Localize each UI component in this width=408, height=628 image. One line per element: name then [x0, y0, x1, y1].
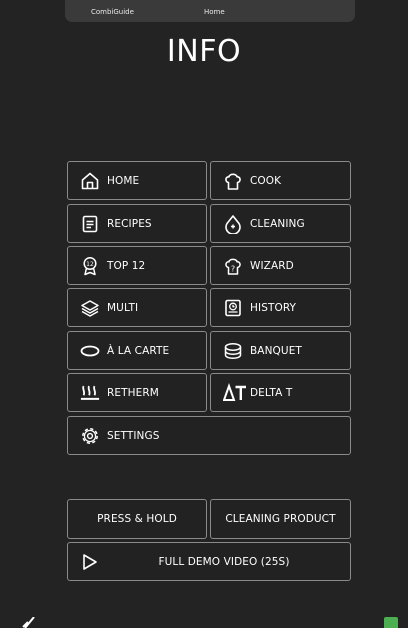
home-label: HOME — [107, 174, 140, 187]
history-icon — [223, 298, 243, 318]
delta-icon — [223, 382, 247, 403]
retherm-button[interactable]: RETHERM — [67, 373, 207, 412]
plate-icon — [80, 341, 100, 361]
banquet-button[interactable]: BANQUET — [210, 331, 351, 370]
chef-hat-question-icon: ? — [223, 256, 243, 276]
cook-button[interactable]: COOK — [210, 161, 351, 200]
multi-label: MULTI — [107, 301, 139, 314]
home-icon — [80, 171, 100, 191]
play-icon — [80, 552, 100, 572]
demo-video-button[interactable]: FULL DEMO VIDEO (25S) — [67, 542, 351, 581]
history-label: HISTORY — [250, 301, 297, 314]
cleaning-button[interactable]: CLEANING — [210, 204, 351, 243]
android-icon — [384, 617, 398, 628]
recipes-label: RECIPES — [107, 217, 152, 230]
banquet-label: BANQUET — [250, 344, 302, 357]
gear-icon — [80, 426, 100, 446]
delta-t-label: DELTA T — [250, 386, 293, 399]
wizard-label: WIZARD — [250, 259, 294, 272]
top-bar: CombiGuide Home — [65, 0, 355, 22]
check-icon[interactable] — [22, 617, 38, 628]
layers-icon — [80, 298, 100, 318]
demo-video-label: FULL DEMO VIDEO (25S) — [158, 555, 290, 568]
page-title: INFO — [166, 34, 242, 69]
a-la-carte-button[interactable]: À LA CARTE — [67, 331, 207, 370]
a-la-carte-label: À LA CARTE — [107, 344, 170, 357]
home-button[interactable]: HOME — [67, 161, 207, 200]
delta-t-button[interactable]: DELTA T — [210, 373, 351, 412]
recipes-button[interactable]: RECIPES — [67, 204, 207, 243]
top12-button[interactable]: 12 TOP 12 — [67, 246, 207, 285]
chef-hat-icon — [223, 171, 243, 191]
app-name: CombiGuide — [91, 8, 134, 16]
settings-label: SETTINGS — [107, 429, 160, 442]
multi-button[interactable]: MULTI — [67, 288, 207, 327]
press-hold-label: PRESS & HOLD — [97, 513, 177, 525]
award-badge-icon: 12 — [80, 256, 100, 276]
heat-waves-icon — [80, 383, 100, 403]
cleaning-label: CLEANING — [250, 217, 305, 230]
breadcrumb: Home — [204, 8, 225, 16]
settings-button[interactable]: SETTINGS — [67, 416, 351, 455]
retherm-label: RETHERM — [107, 386, 159, 399]
droplet-icon — [223, 214, 243, 234]
history-button[interactable]: HISTORY — [210, 288, 351, 327]
press-hold-button[interactable]: PRESS & HOLD — [67, 499, 207, 539]
cook-label: COOK — [250, 174, 282, 187]
stacked-plates-icon — [223, 341, 243, 361]
cleaning-product-label: CLEANING PRODUCT — [225, 513, 336, 525]
svg-text:?: ? — [231, 264, 235, 273]
wizard-button[interactable]: ? WIZARD — [210, 246, 351, 285]
top12-label: TOP 12 — [107, 259, 146, 272]
cleaning-product-button[interactable]: CLEANING PRODUCT — [210, 499, 351, 539]
document-icon — [80, 214, 100, 234]
award-badge-number: 12 — [86, 260, 94, 267]
